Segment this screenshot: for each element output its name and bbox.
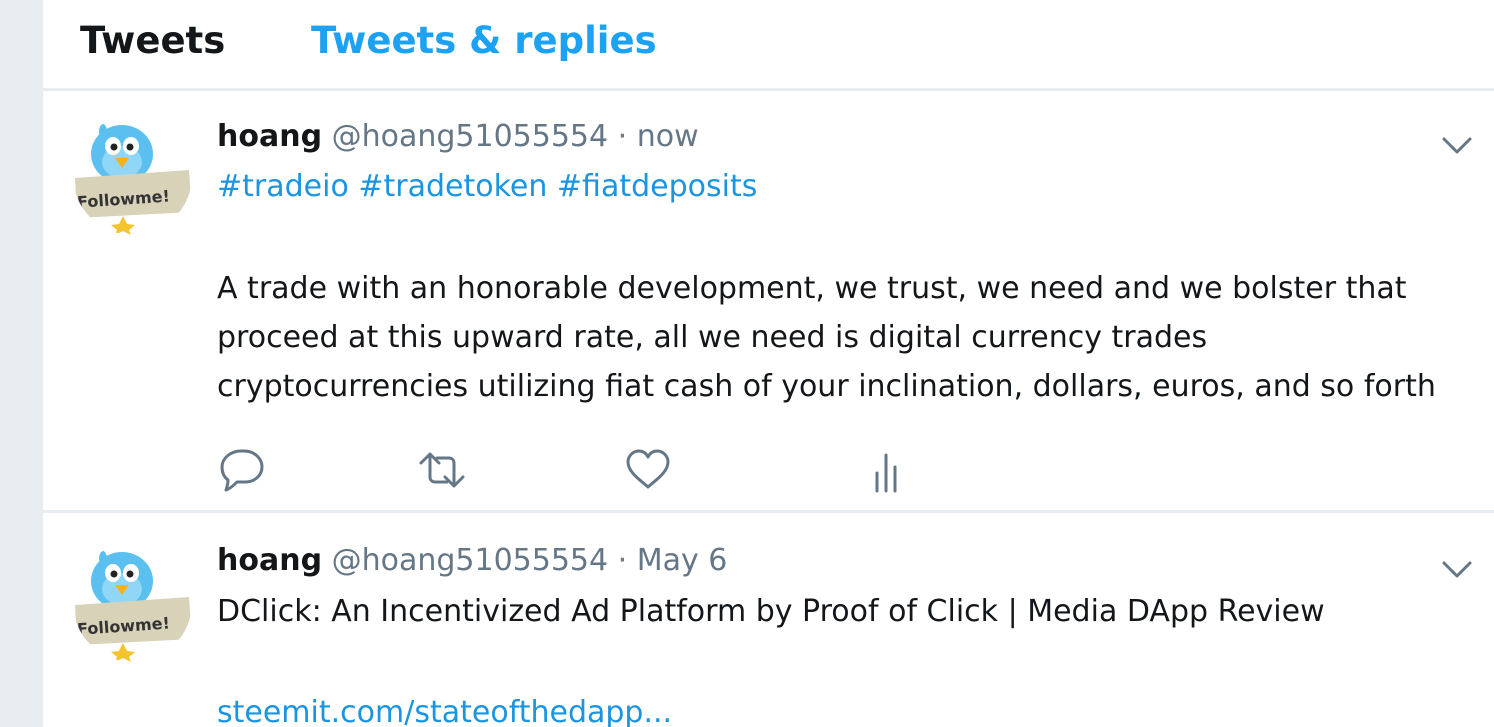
tweet-text-line: cryptocurrencies utilizing fiat cash of …	[217, 369, 1436, 404]
analytics-icon[interactable]	[865, 445, 915, 495]
bird-avatar-icon: Followme!	[73, 116, 192, 235]
avatar[interactable]: Followme!	[73, 116, 192, 235]
tweet-time[interactable]: May 6	[637, 543, 728, 578]
hashtag-link[interactable]: #fiatdeposits	[557, 169, 757, 204]
retweet-icon[interactable]	[417, 445, 467, 495]
tweet-header: hoang @hoang51055554 · now	[217, 113, 699, 161]
author-handle[interactable]: @hoang51055554	[332, 543, 609, 578]
chevron-down-icon[interactable]	[1440, 555, 1474, 583]
reply-icon[interactable]	[217, 445, 267, 495]
tweet-text-line: DClick: An Incentivized Ad Platform by P…	[217, 594, 1325, 629]
separator-dot: ·	[617, 119, 628, 154]
separator-dot: ·	[617, 543, 628, 578]
tweet-time[interactable]: now	[637, 119, 699, 154]
author-name[interactable]: hoang	[217, 543, 322, 578]
profile-tabs: Tweets Tweets & replies	[43, 0, 1494, 91]
hashtag-link[interactable]: #tradetoken	[358, 169, 547, 204]
tweet[interactable]: Followme! hoang @hoang51055554 · May 6 D…	[43, 513, 1494, 727]
hashtag-link[interactable]: #tradeio	[217, 169, 349, 204]
tweet[interactable]: Followme! hoang @hoang51055554 · now #tr…	[43, 91, 1494, 513]
tab-tweets-replies[interactable]: Tweets & replies	[311, 14, 657, 68]
author-name[interactable]: hoang	[217, 119, 322, 154]
chevron-down-icon[interactable]	[1440, 131, 1474, 159]
tweet-text-line: proceed at this upward rate, all we need…	[217, 320, 1208, 355]
tab-tweets[interactable]: Tweets	[80, 14, 225, 68]
tweet-hashtags: #tradeio #tradetoken #fiatdeposits	[217, 163, 757, 211]
tweet-link[interactable]: steemit.com/stateofthedapp...	[217, 689, 672, 727]
timeline-panel: Tweets Tweets & replies Followme! hoang	[43, 0, 1494, 727]
tweet-text-line: A trade with an honorable development, w…	[217, 271, 1407, 306]
author-handle[interactable]: @hoang51055554	[332, 119, 609, 154]
tweet-header: hoang @hoang51055554 · May 6	[217, 537, 727, 585]
avatar[interactable]: Followme!	[73, 543, 192, 662]
bird-avatar-icon: Followme!	[73, 543, 192, 662]
like-icon[interactable]	[623, 445, 673, 495]
